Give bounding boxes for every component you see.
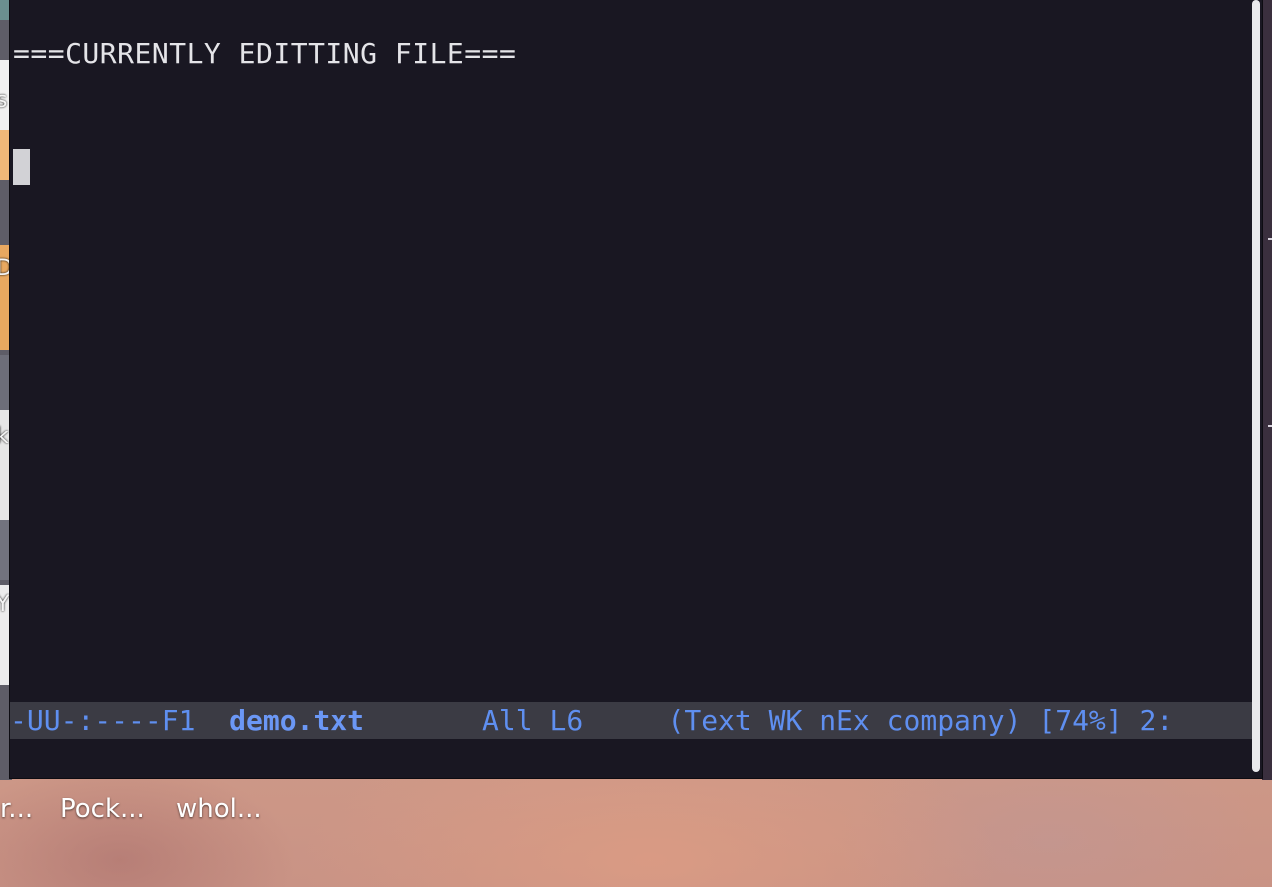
minibuffer[interactable]: [10, 739, 1253, 778]
desktop-icon-label[interactable]: k: [0, 424, 9, 449]
mode-line-position: All L6: [482, 704, 584, 737]
text-buffer[interactable]: ===CURRENTLY EDITTING FILE===: [13, 36, 1262, 204]
mode-line-percent: [74%]: [1038, 704, 1123, 737]
desktop-icon-label[interactable]: Pock...: [60, 794, 145, 824]
desktop-icon-label[interactable]: r...: [0, 794, 33, 824]
mode-line[interactable]: -UU-:----F1 demo.txt All L6 (Text WK nEx…: [10, 702, 1253, 739]
desktop-icon-label[interactable]: s: [0, 88, 7, 113]
buffer-line: [13, 92, 1262, 148]
emacs-window[interactable]: ===CURRENTLY EDITTING FILE=== -UU-:----F…: [10, 0, 1262, 778]
background-window-edge: [1262, 0, 1272, 780]
desktop-icon-label[interactable]: Y: [0, 592, 9, 617]
cursor-line: [13, 148, 1262, 204]
desktop-icon-label[interactable]: whol...: [176, 794, 262, 824]
mode-line-status: -UU-:----F1: [10, 704, 196, 737]
mode-line-modes[interactable]: (Text WK nEx company): [667, 704, 1021, 737]
buffer-line: ===CURRENTLY EDITTING FILE===: [13, 37, 517, 70]
vertical-scrollbar[interactable]: [1252, 0, 1260, 772]
mode-line-buffer-name[interactable]: demo.txt: [229, 704, 364, 737]
mode-line-column: 2:: [1139, 704, 1174, 737]
text-cursor: [13, 149, 30, 185]
